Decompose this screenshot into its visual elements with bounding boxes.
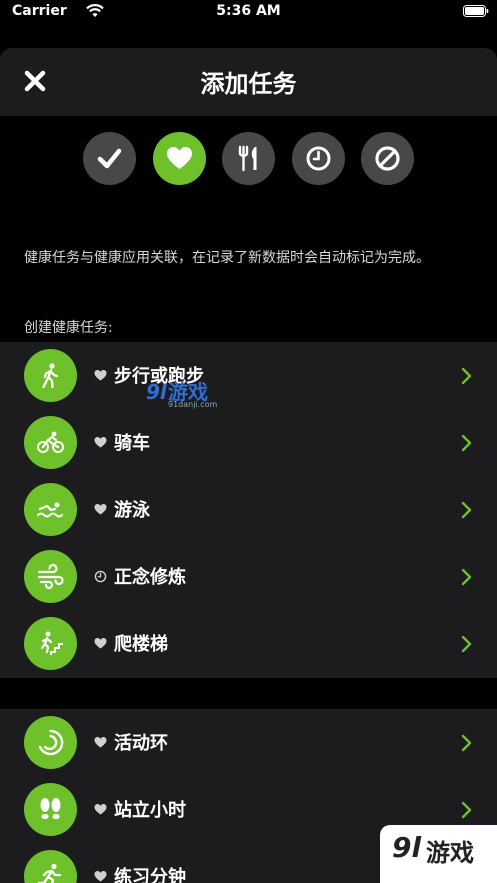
battery-icon <box>463 5 489 17</box>
task-label: 站立小时 <box>114 800 186 821</box>
status-time: 5:36 AM <box>216 3 281 19</box>
task-label: 练习分钟 <box>114 867 186 883</box>
heart-icon <box>94 637 107 649</box>
chevron-right-icon <box>461 501 472 519</box>
heart-icon <box>94 503 107 515</box>
task-row-cycling[interactable]: 骑车 <box>0 409 497 476</box>
task-row-mindfulness[interactable]: 正念修炼 <box>0 543 497 610</box>
task-row-activity-ring[interactable]: 活动环 <box>0 709 497 776</box>
clock-icon <box>94 570 107 583</box>
heart-icon <box>94 736 107 748</box>
watermark-corner: 9l 游戏 <box>380 825 497 883</box>
watermark-url: 91danji.com <box>168 400 218 409</box>
chevron-right-icon <box>461 434 472 452</box>
activity-ring-icon <box>24 716 77 769</box>
walk-icon <box>24 349 77 402</box>
page-title: 添加任务 <box>200 70 297 98</box>
task-label: 骑车 <box>114 433 150 454</box>
heart-icon <box>94 436 107 448</box>
type-check-button[interactable] <box>83 132 136 185</box>
type-health-button[interactable] <box>153 132 206 185</box>
swim-icon <box>24 483 77 536</box>
heart-icon <box>94 803 107 815</box>
prohibited-icon <box>375 146 400 171</box>
type-meal-button[interactable] <box>222 132 275 185</box>
stairs-icon <box>24 617 77 670</box>
task-row-swimming[interactable]: 游泳 <box>0 476 497 543</box>
clock-icon <box>306 146 331 171</box>
task-row-stairs[interactable]: 爬楼梯 <box>0 610 497 677</box>
chevron-right-icon <box>461 568 472 586</box>
add-task-sheet: 添加任务 健康任务与健康应用关联，在记录了新数据时会自动标记为完成。 创建健康任… <box>0 48 497 883</box>
run-icon <box>24 850 77 883</box>
watermark-logo: 9l <box>392 831 422 864</box>
section-label: 创建健康任务: <box>24 320 113 336</box>
health-task-list: 步行或跑步 骑车 游泳 正念修炼 爬楼梯 <box>0 342 497 678</box>
wind-icon <box>24 550 77 603</box>
watermark-text: 游戏 <box>426 839 474 867</box>
heart-icon <box>94 870 107 882</box>
status-bar: Carrier 5:36 AM <box>0 0 497 24</box>
task-label: 活动环 <box>114 733 168 754</box>
footprints-icon <box>24 783 77 836</box>
type-avoid-button[interactable] <box>361 132 414 185</box>
nav-bar: 添加任务 <box>0 48 497 116</box>
task-label: 爬楼梯 <box>114 634 168 655</box>
type-timed-button[interactable] <box>292 132 345 185</box>
task-type-selector <box>0 132 497 186</box>
chevron-right-icon <box>461 801 472 819</box>
watermark-middle: 9l 游戏 91danji.com <box>124 376 224 412</box>
health-task-description: 健康任务与健康应用关联，在记录了新数据时会自动标记为完成。 <box>24 250 430 266</box>
heart-icon <box>167 147 192 169</box>
fork-knife-icon <box>238 145 257 172</box>
task-label: 游泳 <box>114 500 150 521</box>
bike-icon <box>24 416 77 469</box>
check-icon <box>97 148 122 169</box>
task-row-walk-run[interactable]: 步行或跑步 <box>0 342 497 409</box>
watermark-logo: 9l <box>146 380 167 404</box>
heart-icon <box>94 369 107 381</box>
chevron-right-icon <box>461 635 472 653</box>
task-label: 正念修炼 <box>114 567 186 588</box>
chevron-right-icon <box>461 367 472 385</box>
chevron-right-icon <box>461 734 472 752</box>
